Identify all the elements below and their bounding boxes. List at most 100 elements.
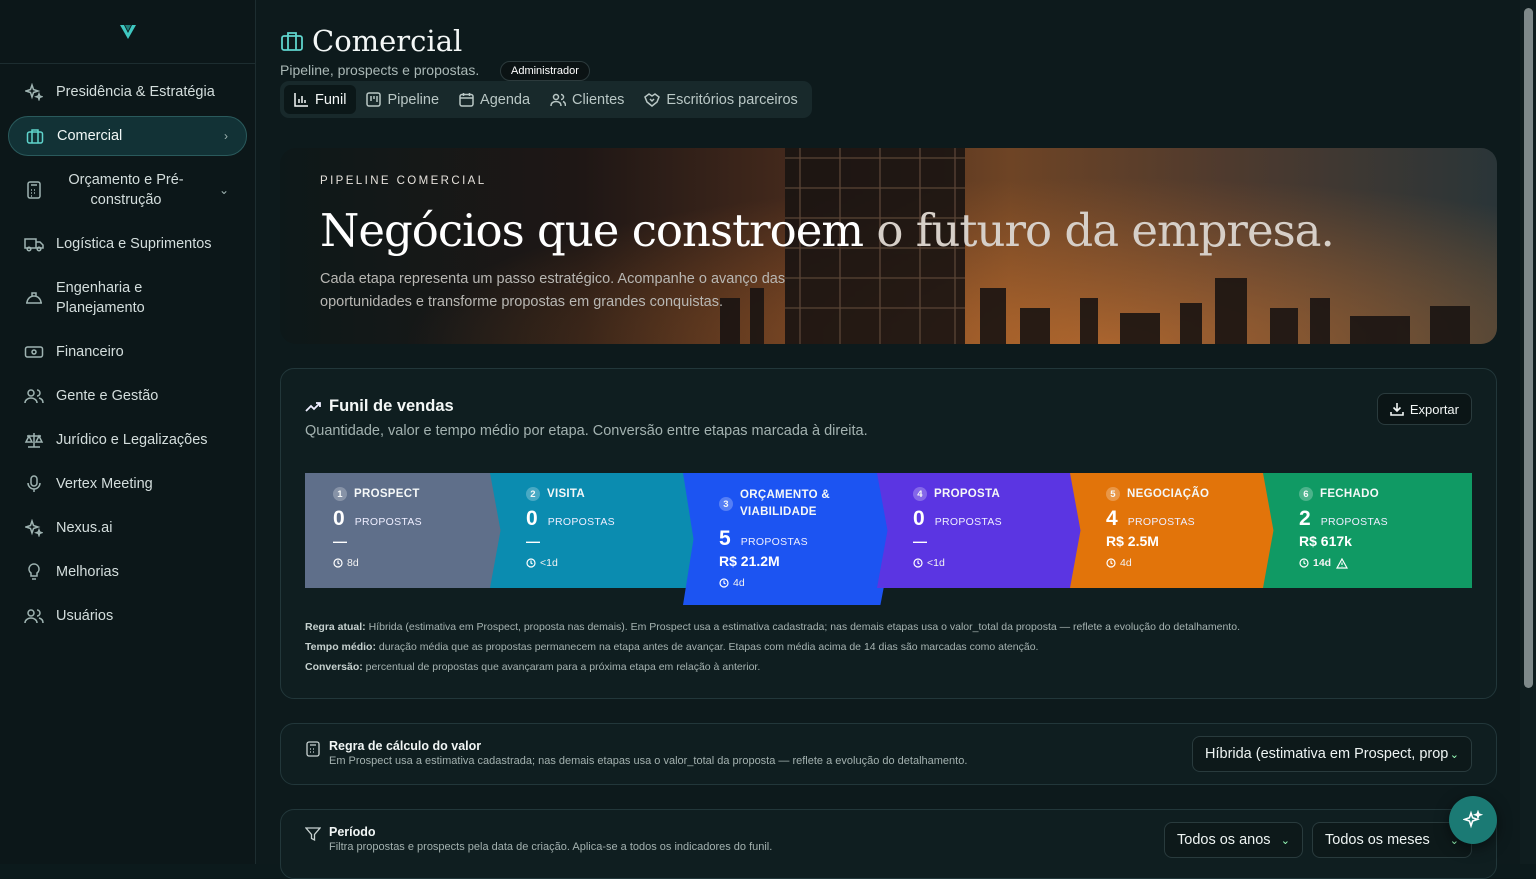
stage-name-line2: VIABILIDADE: [740, 506, 817, 518]
tab-pipeline[interactable]: Pipeline: [356, 85, 449, 114]
ai-assistant-button[interactable]: [1449, 796, 1497, 844]
sidebar-item-label: Jurídico e Legalizações: [56, 432, 208, 448]
page-title-text: Comercial: [312, 24, 463, 58]
sidebar-item-logistica[interactable]: Logística e Suprimentos: [8, 222, 247, 266]
bar-chart-icon: [294, 93, 308, 107]
truck-icon: [24, 234, 44, 254]
stage-name: VISITA: [547, 488, 586, 500]
sidebar-item-melhorias[interactable]: Melhorias: [8, 550, 247, 594]
calculator-icon: [24, 180, 44, 200]
stage-time: <1d: [913, 557, 1087, 569]
stage-name: PROPOSTA: [934, 488, 1001, 500]
logo[interactable]: [0, 0, 255, 64]
note-conversion: Conversão: percentual de propostas que a…: [305, 657, 1240, 677]
stage-count-unit: PROPOSTAS: [1127, 516, 1195, 528]
stage-time: 4d: [719, 577, 893, 589]
stage-prospect[interactable]: 1 PROSPECT 0 PROPOSTAS — 8d: [305, 473, 505, 588]
rule-select[interactable]: Híbrida (estimativa em Prospect, propost…: [1192, 736, 1472, 772]
sidebar-item-juridico[interactable]: Jurídico e Legalizações: [8, 418, 247, 462]
logo-icon: [119, 24, 136, 39]
hero-headline: Negócios que constroem o futuro da empre…: [320, 204, 1335, 257]
scrollbar[interactable]: [1520, 0, 1536, 864]
sidebar-item-presidencia[interactable]: Presidência & Estratégia: [8, 70, 247, 114]
sidebar-item-nexus[interactable]: Nexus.ai: [8, 506, 247, 550]
clock-icon: [1106, 558, 1116, 568]
stage-name: NEGOCIAÇÃO: [1127, 488, 1210, 500]
chevron-down-icon: ⌄: [1280, 834, 1290, 847]
page-subtitle: Pipeline, prospects e propostas.: [280, 62, 480, 78]
stage-negociacao[interactable]: 5 NEGOCIAÇÃO 4 PROPOSTAS R$ 2.5M 4d: [1070, 473, 1280, 588]
sidebar-item-vertex-meeting[interactable]: Vertex Meeting: [8, 462, 247, 506]
sparkles-icon: [24, 82, 44, 102]
tab-escritorios[interactable]: Escritórios parceiros: [634, 85, 807, 114]
month-select[interactable]: Todos os meses ⌄: [1312, 822, 1472, 858]
sidebar-item-label: Engenharia e Planejamento: [56, 280, 145, 316]
chevron-down-icon: ⌄: [218, 183, 229, 197]
sidebar-item-usuarios[interactable]: Usuários: [8, 594, 247, 638]
stage-visita[interactable]: 2 VISITA 0 PROPOSTAS — <1d: [490, 473, 700, 588]
stage-count-value: 0: [913, 507, 925, 530]
stage-orcamento[interactable]: 3 ORÇAMENTO & VIABILIDADE 5 PROPOSTAS R$ 21…: [683, 473, 893, 605]
funnel-desc: Quantidade, valor e tempo médio por etap…: [305, 423, 868, 439]
hero-headline-a: Negócios que constroem: [320, 204, 864, 257]
note-time: Tempo médio: duração média que as propos…: [305, 637, 1240, 657]
stage-count-unit: PROPOSTAS: [740, 536, 808, 548]
year-select-value: Todos os anos: [1177, 832, 1271, 848]
scrollbar-thumb[interactable]: [1524, 8, 1533, 688]
stage-name: ORÇAMENTO & VIABILIDADE: [740, 487, 830, 521]
tab-label: Clientes: [572, 91, 625, 108]
stage-fechado[interactable]: 6 FECHADO 2 PROPOSTAS R$ 617k 14d: [1263, 473, 1472, 588]
rule-title: Regra de cálculo do valor: [329, 739, 482, 753]
alert-triangle-icon: [1336, 557, 1349, 569]
stage-value: —: [913, 533, 927, 549]
stage-value: R$ 2.5M: [1106, 533, 1159, 549]
period-card: Período Filtra propostas e prospects pel…: [280, 809, 1497, 879]
stage-number: 2: [526, 487, 540, 501]
hard-hat-icon: [24, 288, 44, 308]
stage-time-value: 4d: [1120, 557, 1132, 569]
funnel-stages: 1 PROSPECT 0 PROPOSTAS — 8d 2 VISITA 0 PROPO…: [305, 473, 1472, 605]
note-key: Conversão:: [305, 661, 363, 673]
export-label: Exportar: [1409, 401, 1459, 417]
sidebar-item-label: Vertex Meeting: [56, 476, 153, 492]
tab-label: Funil: [315, 91, 347, 108]
sidebar-item-label: Gente e Gestão: [56, 388, 159, 404]
tab-agenda[interactable]: Agenda: [449, 85, 540, 114]
hero-banner: PIPELINE COMERCIAL Negócios que constroe…: [280, 148, 1497, 344]
rule-desc: Em Prospect usa a estimativa cadastrada;…: [329, 755, 968, 767]
stage-time: 14d: [1299, 557, 1472, 569]
kanban-icon: [366, 92, 382, 107]
users-icon: [550, 93, 567, 107]
tab-clientes[interactable]: Clientes: [540, 85, 634, 114]
sidebar-item-gente[interactable]: Gente e Gestão: [8, 374, 247, 418]
clock-icon: [913, 558, 923, 568]
briefcase-icon: [25, 126, 45, 146]
stage-count: 0 PROPOSTAS: [526, 507, 700, 531]
year-select[interactable]: Todos os anos ⌄: [1164, 822, 1303, 858]
stage-count: 0 PROPOSTAS: [913, 507, 1087, 531]
stage-number: 1: [333, 487, 347, 501]
stage-number: 6: [1299, 487, 1313, 501]
sidebar-item-comercial[interactable]: Comercial ›: [8, 116, 247, 156]
sidebar-item-financeiro[interactable]: Financeiro: [8, 330, 247, 374]
stage-count-value: 4: [1106, 507, 1118, 530]
clock-icon: [333, 558, 343, 568]
sidebar-item-engenharia[interactable]: Engenharia e Planejamento: [8, 274, 247, 322]
tab-funil[interactable]: Funil: [284, 85, 357, 114]
chevron-down-icon: ⌄: [1449, 748, 1459, 761]
stage-time-value: 8d: [347, 557, 359, 569]
stage-header: 2 VISITA: [526, 487, 700, 501]
stage-count-value: 0: [333, 507, 345, 530]
stage-count: 5 PROPOSTAS: [719, 527, 893, 551]
rule-select-value: Híbrida (estimativa em Prospect, propost…: [1205, 746, 1449, 762]
funnel-title: Funil de vendas: [305, 397, 454, 416]
stage-time-value: <1d: [540, 557, 558, 569]
export-button[interactable]: Exportar: [1376, 393, 1472, 425]
stage-proposta[interactable]: 4 PROPOSTA 0 PROPOSTAS — <1d: [877, 473, 1087, 588]
sidebar-item-orcamento[interactable]: Orçamento e Pré-construção ⌄: [8, 166, 247, 214]
note-value: duração média que as propostas permanece…: [375, 641, 1039, 653]
stage-number: 3: [719, 497, 733, 511]
period-title: Período: [329, 825, 376, 839]
stage-header: 3 ORÇAMENTO & VIABILIDADE: [719, 487, 893, 521]
stage-time-value: 4d: [733, 577, 745, 589]
